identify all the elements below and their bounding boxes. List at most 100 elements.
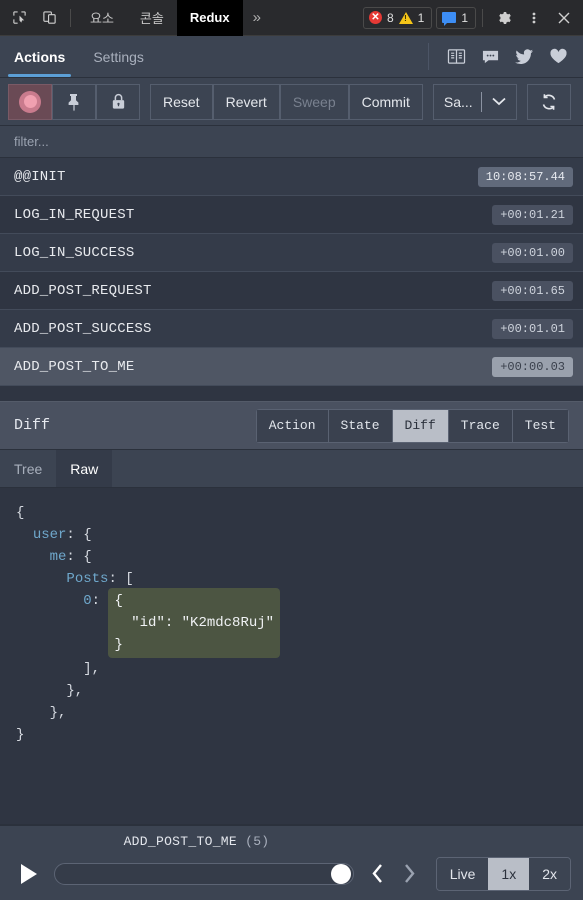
action-name: LOG_IN_REQUEST xyxy=(14,206,135,223)
diff-added-block: { "id": "K2mdc8Ruj"} xyxy=(108,588,281,658)
warning-icon xyxy=(398,11,413,24)
chat-icon[interactable] xyxy=(475,43,505,71)
message-count: 1 xyxy=(461,10,468,25)
time-travel-player: ADD_POST_TO_ME (5) Live 1x 2x xyxy=(0,824,583,900)
tab-settings[interactable]: Settings xyxy=(79,36,158,77)
error-count: 8 xyxy=(386,10,394,25)
code-line-3: me: { xyxy=(16,546,583,568)
action-row-log-in-success[interactable]: LOG_IN_SUCCESS +00:01.00 xyxy=(0,234,583,272)
subtab-tree[interactable]: Tree xyxy=(0,450,56,487)
action-timestamp: +00:01.21 xyxy=(492,204,573,225)
action-row-init[interactable]: @@INIT 10:08:57.44 xyxy=(0,158,583,196)
message-badge[interactable]: 1 xyxy=(436,6,476,29)
code-line-7: }, xyxy=(16,683,84,699)
action-name: LOG_IN_SUCCESS xyxy=(14,244,135,261)
inspector-subtabs: Tree Raw xyxy=(0,450,583,488)
book-icon[interactable] xyxy=(441,43,471,71)
action-timestamp: +00:00.03 xyxy=(492,356,573,377)
error-warning-badges[interactable]: ✕ 8 1 xyxy=(362,6,433,29)
devtools-tab-redux[interactable]: Redux xyxy=(176,0,243,36)
twitter-icon[interactable] xyxy=(509,43,539,71)
action-row-add-post-success[interactable]: ADD_POST_SUCCESS +00:01.01 xyxy=(0,310,583,348)
refresh-icon xyxy=(542,93,555,110)
inspector-tab-state[interactable]: State xyxy=(327,408,392,443)
diff-line-2: "id": "K2mdc8Ruj" xyxy=(114,615,275,631)
reset-button[interactable]: Reset xyxy=(150,83,213,120)
close-icon[interactable] xyxy=(549,4,579,32)
inspect-element-icon[interactable] xyxy=(4,4,34,32)
devtools-more-tabs-icon[interactable]: » xyxy=(243,9,271,26)
tab-actions[interactable]: Actions xyxy=(0,36,79,77)
lock-button[interactable] xyxy=(96,83,140,120)
subtab-raw[interactable]: Raw xyxy=(56,450,113,487)
revert-button[interactable]: Revert xyxy=(212,83,280,120)
record-icon-inner xyxy=(23,95,37,108)
heart-icon[interactable] xyxy=(543,43,573,71)
more-vertical-icon[interactable] xyxy=(519,4,549,32)
speed-2x-button[interactable]: 2x xyxy=(529,857,570,890)
save-split-button: Sa... xyxy=(432,83,517,120)
next-action-button[interactable] xyxy=(394,857,426,891)
inspector-header: Diff Action State Diff Trace Test xyxy=(0,402,583,450)
sweep-button[interactable]: Sweep xyxy=(279,83,349,120)
play-button[interactable] xyxy=(12,857,46,891)
action-row-log-in-request[interactable]: LOG_IN_REQUEST +00:01.21 xyxy=(0,196,583,234)
timeline-slider[interactable] xyxy=(46,857,362,891)
inspector-tab-diff[interactable]: Diff xyxy=(391,408,448,443)
action-timestamp: +00:01.01 xyxy=(492,318,573,339)
devtools-toolbar: 요소 콘솔 Redux » ✕ 8 1 1 xyxy=(0,0,583,36)
code-key-me: me xyxy=(49,549,67,565)
action-row-add-post-to-me[interactable]: ADD_POST_TO_ME +00:00.03 xyxy=(0,348,583,386)
device-toolbar-icon[interactable] xyxy=(34,4,64,32)
code-line-4: Posts: [ xyxy=(16,568,583,590)
chevron-right-icon xyxy=(405,864,415,883)
playback-speed-group: Live 1x 2x xyxy=(435,856,571,891)
record-toggle-button[interactable] xyxy=(8,83,52,120)
save-button[interactable]: Sa... xyxy=(434,85,481,119)
speed-live-button[interactable]: Live xyxy=(436,857,489,890)
inspector-tab-trace[interactable]: Trace xyxy=(447,408,512,443)
code-line-2-rest: : { xyxy=(66,527,92,543)
code-line-3-rest: : { xyxy=(66,549,92,565)
action-list: @@INIT 10:08:57.44 LOG_IN_REQUEST +00:01… xyxy=(0,158,583,402)
refresh-button[interactable] xyxy=(526,83,571,120)
code-line-4-rest: : [ xyxy=(108,571,134,587)
inspector-tab-group: Action State Diff Trace Test xyxy=(255,408,569,443)
action-name: ADD_POST_SUCCESS xyxy=(14,320,152,337)
speed-1x-button[interactable]: 1x xyxy=(488,857,530,890)
message-icon xyxy=(442,12,457,26)
toolbar-divider xyxy=(70,8,71,27)
code-line-5: 0: { "id": "K2mdc8Ruj"} xyxy=(16,588,583,658)
chevron-down-icon[interactable] xyxy=(482,85,516,119)
devtools-tab-elements[interactable]: 요소 xyxy=(77,0,127,36)
filter-bar xyxy=(0,126,583,158)
inspector-tab-test[interactable]: Test xyxy=(511,408,569,443)
code-key-user: user xyxy=(32,527,67,543)
slider-track[interactable] xyxy=(54,862,354,885)
redux-devtools-app: 요소 콘솔 Redux » ✕ 8 1 1 xyxy=(0,0,583,900)
prev-action-button[interactable] xyxy=(362,857,394,891)
pin-button[interactable] xyxy=(52,83,96,120)
code-line-2: user: { xyxy=(16,524,583,546)
code-line-9: } xyxy=(16,727,25,743)
action-row-add-post-request[interactable]: ADD_POST_REQUEST +00:01.65 xyxy=(0,272,583,310)
pin-icon xyxy=(68,93,79,111)
devtools-tab-console[interactable]: 콘솔 xyxy=(127,0,177,36)
warning-count: 1 xyxy=(417,10,425,25)
slider-thumb[interactable] xyxy=(330,863,351,884)
code-key-posts: Posts xyxy=(66,571,109,587)
lock-icon xyxy=(112,93,124,109)
code-line-8: }, xyxy=(16,705,67,721)
gear-icon[interactable] xyxy=(489,4,519,32)
inspector-title: Diff xyxy=(14,417,51,434)
redux-link-icons xyxy=(428,43,583,70)
filter-input[interactable] xyxy=(14,134,569,149)
inspector-tab-action[interactable]: Action xyxy=(255,408,328,443)
code-line-6: ], xyxy=(16,661,101,677)
action-timestamp: +00:01.00 xyxy=(492,242,573,263)
toolbar-divider-2 xyxy=(482,8,483,27)
redux-tabs-spacer xyxy=(158,36,428,77)
commit-button[interactable]: Commit xyxy=(348,83,423,120)
diff-line-1: { xyxy=(114,593,123,609)
record-icon xyxy=(19,90,41,113)
